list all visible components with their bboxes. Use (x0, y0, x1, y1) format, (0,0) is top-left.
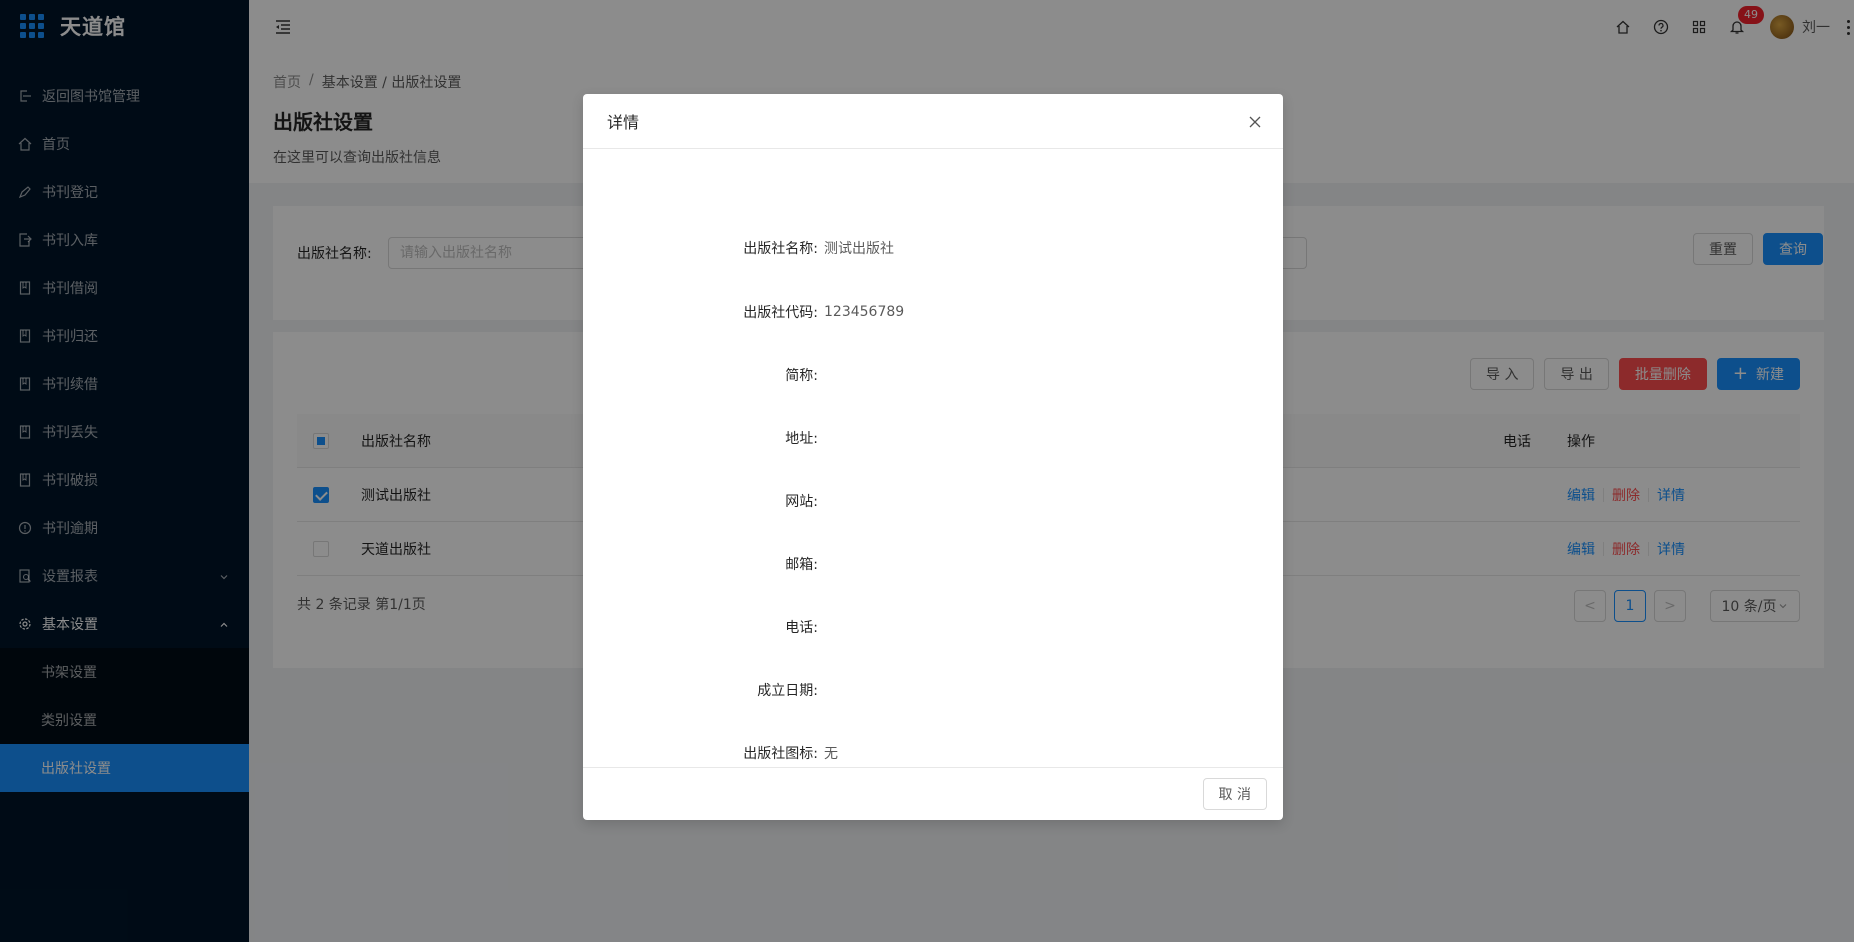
detail-row-logo: 出版社图标: 无 (583, 742, 1283, 764)
detail-label: 邮箱: (785, 557, 818, 573)
detail-label: 地址: (785, 431, 818, 447)
modal-header: 详情 (583, 94, 1283, 149)
modal-body: 出版社名称: 测试出版社 出版社代码: 123456789 简称: 地址: 网站… (583, 149, 1283, 764)
detail-label: 出版社名称: (743, 241, 818, 257)
detail-label: 出版社图标: (743, 746, 818, 762)
detail-value: 测试出版社 (824, 241, 894, 257)
detail-row-address: 地址: (583, 427, 1283, 449)
detail-label: 简称: (785, 368, 818, 384)
detail-row-founded-date: 成立日期: (583, 679, 1283, 701)
detail-row-website: 网站: (583, 490, 1283, 512)
detail-value: 无 (824, 746, 838, 762)
modal-footer: 取 消 (583, 767, 1283, 820)
cancel-button[interactable]: 取 消 (1202, 778, 1267, 810)
detail-label: 出版社代码: (743, 305, 818, 321)
close-icon[interactable] (1245, 112, 1265, 132)
detail-value: 123456789 (824, 304, 905, 320)
detail-row-phone: 电话: (583, 616, 1283, 638)
detail-row-email: 邮箱: (583, 553, 1283, 575)
detail-modal: 详情 出版社名称: 测试出版社 出版社代码: 123456789 简称: 地址:… (583, 94, 1283, 820)
detail-row-short-name: 简称: (583, 364, 1283, 386)
modal-title: 详情 (607, 113, 640, 132)
detail-label: 电话: (785, 620, 818, 636)
detail-row-code: 出版社代码: 123456789 (583, 301, 1283, 323)
detail-label: 网站: (785, 494, 818, 510)
detail-label: 成立日期: (757, 683, 818, 699)
detail-row-name: 出版社名称: 测试出版社 (583, 237, 1283, 259)
